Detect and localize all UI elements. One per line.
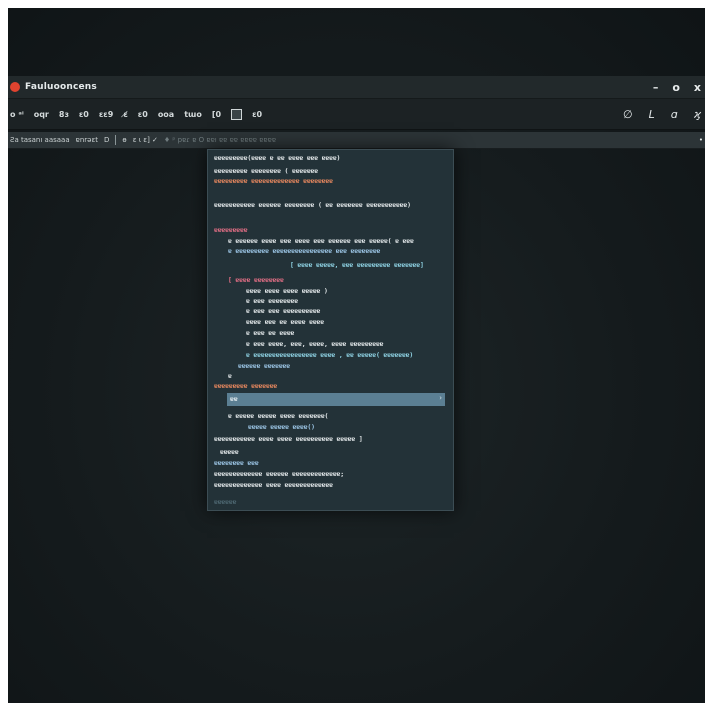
code-line: ɐ ɐɐɐɐɐɐ ɐɐɐɐ ɐɐɐ ɐɐɐɐ ɐɐɐ ɐɐɐɐɐɐ ɐɐɐ ɐɐ… xyxy=(228,237,414,245)
code-line: ɐ ɐɐɐɐɐɐɐɐɐɐɐɐɐɐɐɐɐ ɐɐɐɐ , ɐɐ ɐɐɐɐɐ( ɐɐɐ… xyxy=(246,351,414,359)
code-line: ɐ ɐɐɐ ɐɐɐɐɐɐɐɐ xyxy=(246,297,298,305)
minimize-button[interactable]: – xyxy=(653,81,659,94)
toolbar2-faint-items[interactable]: ♦ ᵖ pɐɾ ɐ O ɐɐı ɐɐ ɐɐ ɐɐɐɐ ɐɐɐɐ xyxy=(164,136,276,144)
toolbar2-item-insert[interactable]: ɐnrəɛt xyxy=(76,136,98,144)
code-line: ɐɐɐɐ ɐɐɐ ɐɐ ɐɐɐɐ ɐɐɐɐ xyxy=(246,318,324,326)
tools-icon[interactable]: ϗ xyxy=(694,108,701,121)
main-toolbar: o ᵃⁱ oqr 8ɜ ɛ0 ɛɛ9 ɛ̸ ɛ0 ooa tɯo [0 ɛ0 ∅… xyxy=(8,99,705,130)
code-line: [ ɐɐɐɐ ɐɐɐɐɐ, ɐɐɐ ɐɐɐɐɐɐɐɐɐ ɐɐɐɐɐɐɐ] xyxy=(290,261,424,269)
code-line: ɐɐɐɐɐɐɐɐɐɐɐ ɐɐɐɐɐɐ ɐɐɐɐɐɐɐɐ ( ɐɐ ɐɐɐɐɐɐɐ… xyxy=(214,201,411,209)
toolbar-item-5[interactable]: ɛɛ9 xyxy=(99,110,113,119)
toolbar-item-7[interactable]: ɛ0 xyxy=(138,110,148,119)
code-line: ɐ ɐɐɐ ɐɐ ɐɐɐɐ xyxy=(246,329,295,337)
toolbar2-item-group[interactable]: ɛ ι ɛ] ✓ xyxy=(133,136,158,144)
code-line: ɐ ɐɐɐ ɐɐɐ ɐɐɐɐɐɐɐɐɐɐ xyxy=(246,307,321,315)
toolbar-item-1[interactable]: o ᵃⁱ xyxy=(10,110,24,119)
toolbar-item-8[interactable]: ooa xyxy=(158,110,174,119)
pen-icon[interactable]: ∅ xyxy=(623,108,633,121)
code-line: ɐɐɐɐɐɐɐɐɐɐɐ ɐɐɐɐ ɐɐɐɐ ɐɐɐɐɐɐɐɐɐɐ ɐɐɐɐɐ ] xyxy=(214,435,363,443)
code-line: ɐ xyxy=(228,372,232,380)
ruler-icon[interactable]: L xyxy=(649,108,655,121)
toolbar-item-3[interactable]: 8ɜ xyxy=(59,110,69,119)
code-line: ɐɐɐɐɐɐ ɐɐɐɐɐɐɐ xyxy=(238,362,290,370)
toolbar-item-2[interactable]: oqr xyxy=(34,110,49,119)
toolbar2-end-mark[interactable]: • xyxy=(699,136,703,144)
secondary-toolbar: Ƨa tasanı aasaaa ɐnrəɛt D ɵ ɛ ι ɛ] ✓ ♦ ᵖ… xyxy=(8,132,705,149)
selected-line-text: ɐɐ xyxy=(230,395,238,403)
code-line: ɐɐɐɐɐɐɐɐɐ ɐɐɐɐɐɐɐ xyxy=(214,382,278,390)
toolbar2-item-d[interactable]: D xyxy=(104,136,109,144)
selected-line[interactable]: ɐɐ › xyxy=(227,393,445,406)
window-title: Fauluooncens xyxy=(25,82,97,92)
desktop-background: Fauluooncens – o x o ᵃⁱ oqr 8ɜ ɛ0 ɛɛ9 ɛ̸… xyxy=(8,8,705,703)
toolbar-right-group: ∅ L ɑ ϗ xyxy=(623,108,705,121)
window-title-bar[interactable]: Fauluooncens – o x xyxy=(8,76,705,99)
code-line: [ ɐɐɐɐ ɐɐɐɐɐɐɐɐ xyxy=(228,276,284,284)
code-line: ɐɐɐɐɐɐɐɐɐ(ɐɐɐɐ ɐ ɐɐ ɐɐɐɐ ɐɐɐ ɐɐɐɐ) xyxy=(214,154,341,162)
code-editor-panel[interactable]: ɐɐɐɐɐɐɐɐɐ(ɐɐɐɐ ɐ ɐɐ ɐɐɐɐ ɐɐɐ ɐɐɐɐ) ɐɐɐɐɐ… xyxy=(207,149,454,511)
code-line: ɐ ɐɐɐ ɐɐɐɐ, ɐɐɐ, ɐɐɐɐ, ɐɐɐɐ ɐɐɐɐɐɐɐɐɐ xyxy=(246,340,384,348)
code-line: ɐɐɐɐɐɐɐɐ ɐɐɐ xyxy=(214,459,259,467)
toolbar-item-10[interactable]: [0 xyxy=(212,110,221,119)
code-line: ɐɐɐɐɐɐɐɐɐ ɐɐɐɐɐɐɐɐ ( ɐɐɐɐɐɐɐ xyxy=(214,167,318,175)
toolbar2-item-o[interactable]: ɵ xyxy=(122,136,126,144)
image-icon[interactable] xyxy=(231,108,243,120)
code-line: ɐɐɐɐɐ ɐɐɐɐɐ ɐɐɐɐ() xyxy=(248,423,315,431)
code-line: ɐɐɐɐɐ xyxy=(220,448,239,456)
code-line: ɐɐɐɐɐɐ xyxy=(214,498,237,506)
toolbar-item-6[interactable]: ɛ̸ xyxy=(123,110,127,119)
code-line: ɐ ɐɐɐɐɐɐɐɐɐ ɐɐɐɐɐɐɐɐɐɐɐɐɐɐɐɐ ɐɐɐ ɐɐɐɐɐɐɐ… xyxy=(228,247,381,255)
restore-button[interactable]: o xyxy=(672,81,680,94)
code-line: ɐɐɐɐɐɐɐɐɐɐɐɐɐ ɐɐɐɐɐɐ ɐɐɐɐɐɐɐɐɐɐɐɐɐ; xyxy=(214,470,344,478)
window-controls: – o x xyxy=(653,81,705,94)
code-line: ɐ ɐɐɐɐɐ ɐɐɐɐɐ ɐɐɐɐ ɐɐɐɐɐɐɐ( xyxy=(228,412,329,420)
toolbar-item-11[interactable]: ɛ0 xyxy=(252,110,262,119)
app-icon xyxy=(10,82,20,92)
chevron-right-icon: › xyxy=(439,394,442,402)
toolbar2-divider xyxy=(115,135,117,145)
code-line: ɐɐɐɐ ɐɐɐɐ ɐɐɐɐ ɐɐɐɐɐ ) xyxy=(246,287,328,295)
code-line: ɐɐɐɐɐɐɐɐɐ ɐɐɐɐɐɐɐɐɐɐɐɐɐ ɐɐɐɐɐɐɐɐ xyxy=(214,177,333,185)
code-line: ɐɐɐɐɐɐɐɐɐ xyxy=(214,226,248,234)
toolbar2-label[interactable]: Ƨa tasanı aasaaa xyxy=(10,136,70,144)
code-line: ɐɐɐɐɐɐɐɐɐɐɐɐɐ ɐɐɐɐ ɐɐɐɐɐɐɐɐɐɐɐɐɐ xyxy=(214,481,333,489)
close-button[interactable]: x xyxy=(694,81,701,94)
lock-icon[interactable]: ɑ xyxy=(671,108,678,121)
toolbar-item-4[interactable]: ɛ0 xyxy=(79,110,89,119)
toolbar-item-9[interactable]: tɯo xyxy=(184,110,202,119)
